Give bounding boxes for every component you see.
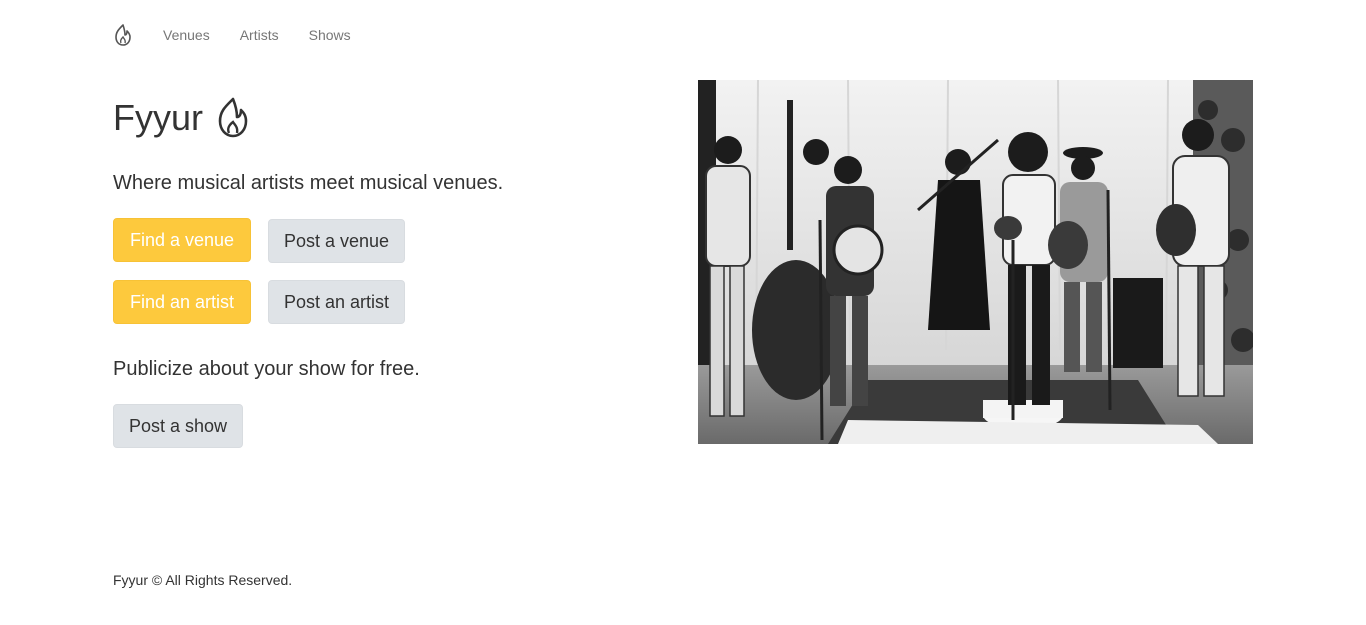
page-title: Fyyur bbox=[113, 97, 203, 138]
band-photo-illustration bbox=[698, 80, 1253, 444]
tagline: Where musical artists meet musical venue… bbox=[113, 172, 504, 194]
footer-copyright: Fyyur © All Rights Reserved. bbox=[113, 572, 293, 588]
nav-shows-link[interactable]: Shows bbox=[309, 27, 351, 43]
flame-icon[interactable] bbox=[113, 23, 133, 47]
publicize-text: Publicize about your show for free. bbox=[113, 358, 420, 380]
band-performance-photo bbox=[698, 80, 1253, 444]
post-venue-button[interactable]: Post a venue bbox=[268, 219, 405, 263]
nav-artists-link[interactable]: Artists bbox=[240, 27, 279, 43]
find-venue-button[interactable]: Find a venue bbox=[113, 218, 251, 262]
post-artist-button[interactable]: Post an artist bbox=[268, 280, 405, 324]
hero-title: Fyyur bbox=[113, 96, 251, 140]
nav-venues-link[interactable]: Venues bbox=[163, 27, 210, 43]
post-show-button[interactable]: Post a show bbox=[113, 404, 243, 448]
flame-icon bbox=[218, 97, 248, 138]
find-artist-button[interactable]: Find an artist bbox=[113, 280, 251, 324]
top-navbar: Venues Artists Shows bbox=[113, 22, 381, 48]
